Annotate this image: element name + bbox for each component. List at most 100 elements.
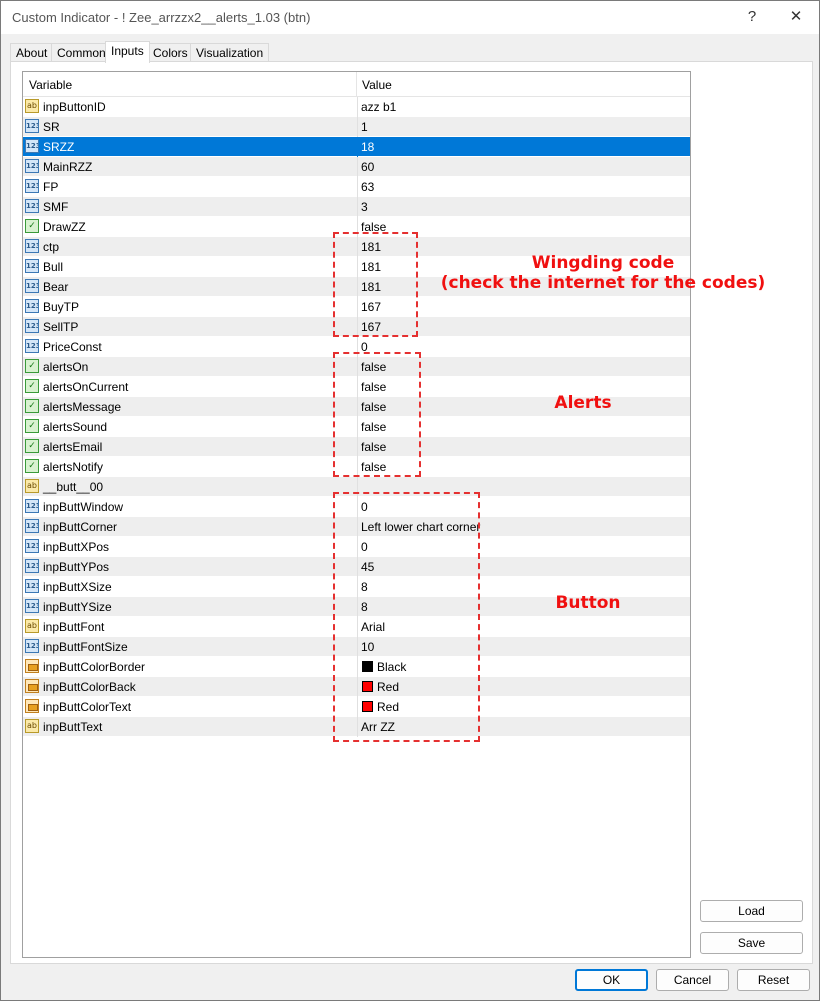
variable-cell[interactable]: 123 inpButtXPos xyxy=(23,537,356,557)
value-cell[interactable]: 1 xyxy=(357,117,690,137)
variable-name: __butt__00 xyxy=(43,480,104,494)
column-separator[interactable] xyxy=(356,72,357,96)
variable-cell[interactable]: 123 inpButtYPos xyxy=(23,557,356,577)
variable-name: MainRZZ xyxy=(43,160,93,174)
close-button[interactable]: ✕ xyxy=(774,4,818,30)
variable-cell[interactable]: 123 Bull xyxy=(23,257,356,277)
variable-cell[interactable]: ✓ alertsEmail xyxy=(23,437,356,457)
numeric-type-icon: 123 xyxy=(25,259,39,273)
variable-name: SellTP xyxy=(43,320,79,334)
column-header-value[interactable]: Value xyxy=(362,78,392,92)
load-button[interactable]: Load xyxy=(700,900,803,922)
table-row[interactable]: 123 SRZZ 18 xyxy=(23,137,690,157)
variable-name: SMF xyxy=(43,200,69,214)
table-row[interactable]: 123 FP 63 xyxy=(23,177,690,197)
numeric-type-icon: 123 xyxy=(25,559,39,573)
boolean-type-icon: ✓ xyxy=(25,419,39,433)
variable-name: inpButtColorBorder xyxy=(43,660,146,674)
variable-name: Bear xyxy=(43,280,69,294)
variable-cell[interactable]: ab inpButtText xyxy=(23,717,356,737)
boolean-type-icon: ✓ xyxy=(25,359,39,373)
variable-cell[interactable]: 123 FP xyxy=(23,177,356,197)
variable-name: inpButtonID xyxy=(43,100,106,114)
variable-name: BuyTP xyxy=(43,300,80,314)
numeric-type-icon: 123 xyxy=(25,279,39,293)
numeric-type-icon: 123 xyxy=(25,139,39,153)
variable-cell[interactable]: 123 ctp xyxy=(23,237,356,257)
variable-cell[interactable]: 123 MainRZZ xyxy=(23,157,356,177)
variable-name: alertsMessage xyxy=(43,400,122,414)
value-cell[interactable]: 3 xyxy=(357,197,690,217)
numeric-type-icon: 123 xyxy=(25,499,39,513)
tab-visualization[interactable]: Visualization xyxy=(190,43,270,62)
variable-cell[interactable]: 123 PriceConst xyxy=(23,337,356,357)
wingding-annotation-line2: (check the internet for the codes) xyxy=(440,273,766,293)
value-cell[interactable]: 63 xyxy=(357,177,690,197)
boolean-type-icon: ✓ xyxy=(25,459,39,473)
save-button[interactable]: Save xyxy=(700,932,803,954)
value-text: 3 xyxy=(361,200,368,214)
variable-cell[interactable]: ✓ alertsMessage xyxy=(23,397,356,417)
color-type-icon xyxy=(25,699,39,713)
variable-name: inpButtText xyxy=(43,720,103,734)
title-bar[interactable]: Custom Indicator - ! Zee_arrzzx2__alerts… xyxy=(1,1,819,34)
variable-name: alertsOn xyxy=(43,360,89,374)
variable-name: FP xyxy=(43,180,59,194)
numeric-type-icon: 123 xyxy=(25,239,39,253)
variable-cell[interactable]: ab inpButtFont xyxy=(23,617,356,637)
variable-cell[interactable]: 123 SMF xyxy=(23,197,356,217)
variable-name: inpButtFont xyxy=(43,620,105,634)
variable-cell[interactable]: 123 Bear xyxy=(23,277,356,297)
variable-cell[interactable]: 123 inpButtFontSize xyxy=(23,637,356,657)
string-type-icon: ab xyxy=(25,99,39,113)
variable-cell[interactable]: ab __butt__00 xyxy=(23,477,356,497)
variable-cell[interactable]: 123 inpButtCorner xyxy=(23,517,356,537)
variable-cell[interactable]: 123 inpButtWindow xyxy=(23,497,356,517)
variable-cell[interactable]: 123 inpButtXSize xyxy=(23,577,356,597)
variable-cell[interactable]: ✓ alertsOn xyxy=(23,357,356,377)
variable-cell[interactable]: 123 inpButtYSize xyxy=(23,597,356,617)
variable-cell[interactable]: ✓ DrawZZ xyxy=(23,217,356,237)
tab-inputs[interactable]: Inputs xyxy=(105,41,150,63)
reset-button[interactable]: Reset xyxy=(737,969,810,991)
numeric-type-icon: 123 xyxy=(25,319,39,333)
variable-cell[interactable]: 123 BuyTP xyxy=(23,297,356,317)
variable-cell[interactable]: 123 SR xyxy=(23,117,356,137)
variable-cell[interactable]: ab inpButtonID xyxy=(23,97,356,117)
color-type-icon xyxy=(25,659,39,673)
variable-cell[interactable]: ✓ alertsOnCurrent xyxy=(23,377,356,397)
numeric-type-icon: 123 xyxy=(25,519,39,533)
table-row[interactable]: 123 MainRZZ 60 xyxy=(23,157,690,177)
variable-name: inpButtColorText xyxy=(43,700,132,714)
table-row[interactable]: ab inpButtonID azz b1 xyxy=(23,97,690,117)
variable-name: alertsEmail xyxy=(43,440,103,454)
numeric-type-icon: 123 xyxy=(25,119,39,133)
column-header-variable[interactable]: Variable xyxy=(29,78,72,92)
help-button[interactable]: ? xyxy=(730,4,774,30)
tab-colors[interactable]: Colors xyxy=(147,43,194,62)
tab-common[interactable]: Common xyxy=(51,43,112,62)
cancel-button[interactable]: Cancel xyxy=(656,969,729,991)
value-text: 18 xyxy=(361,140,375,154)
variable-cell[interactable]: 123 SellTP xyxy=(23,317,356,337)
inputs-panel: Variable Value abinpButtonIDazz b1123SR1… xyxy=(10,61,813,964)
variable-name: alertsSound xyxy=(43,420,108,434)
value-cell[interactable]: azz b1 xyxy=(357,97,690,117)
variable-cell[interactable]: ✓ alertsNotify xyxy=(23,457,356,477)
variable-cell[interactable]: 123 SRZZ xyxy=(23,137,356,157)
variable-cell[interactable]: ✓ alertsSound xyxy=(23,417,356,437)
tab-about[interactable]: About xyxy=(10,43,54,62)
ok-button[interactable]: OK xyxy=(575,969,648,991)
table-row[interactable]: 123 SMF 3 xyxy=(23,197,690,217)
value-text: azz b1 xyxy=(361,100,397,114)
variable-cell[interactable]: inpButtColorBack xyxy=(23,677,356,697)
variable-name: inpButtCorner xyxy=(43,520,118,534)
variable-cell[interactable]: inpButtColorText xyxy=(23,697,356,717)
value-cell[interactable]: 60 xyxy=(357,157,690,177)
variable-name: alertsNotify xyxy=(43,460,104,474)
variable-cell[interactable]: inpButtColorBorder xyxy=(23,657,356,677)
value-cell[interactable]: 18 xyxy=(357,137,690,157)
table-row[interactable]: 123 SR 1 xyxy=(23,117,690,137)
variable-name: Bull xyxy=(43,260,64,274)
wingding-annotation: Wingding code (check the internet for th… xyxy=(438,253,768,293)
